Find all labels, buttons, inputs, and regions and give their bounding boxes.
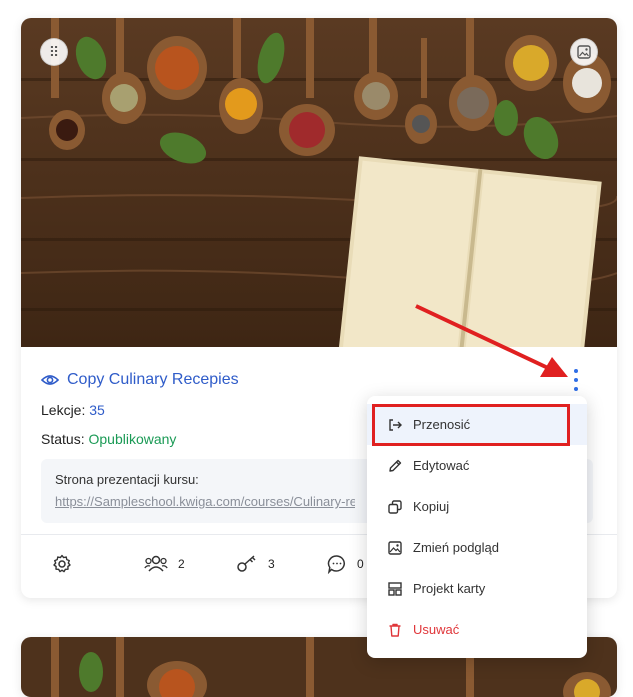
settings-button[interactable] — [52, 554, 72, 574]
comment-icon — [327, 555, 345, 574]
menu-item-copy[interactable]: Kopiuj — [367, 486, 587, 527]
menu-item-change-preview[interactable]: Zmień podgląd — [367, 527, 587, 568]
gear-icon — [53, 554, 71, 573]
lessons-label: Lekcje: — [41, 402, 86, 418]
presentation-label: Strona prezentacji kursu: — [55, 472, 199, 487]
status-label: Status: — [41, 431, 85, 447]
comments-count: 0 — [357, 557, 364, 571]
pencil-icon — [389, 459, 402, 472]
eye-icon — [41, 375, 59, 385]
students-stat[interactable]: 2 — [144, 554, 185, 574]
students-count: 2 — [178, 557, 185, 571]
course-cover-image[interactable] — [21, 18, 617, 347]
course-title-text[interactable]: Copy Culinary Recepies — [67, 371, 239, 389]
users-icon — [144, 555, 168, 572]
comments-stat[interactable]: 0 — [327, 554, 364, 574]
copy-icon — [388, 499, 402, 514]
image-icon — [388, 540, 402, 555]
trash-icon — [389, 623, 401, 637]
status-badge: Opublikowany — [88, 431, 177, 447]
image-icon — [577, 45, 591, 59]
drag-handle-icon[interactable]: ⠿ — [40, 38, 68, 66]
layout-icon — [388, 581, 402, 596]
key-icon — [237, 555, 256, 572]
highlight-box — [372, 404, 570, 446]
keys-count: 3 — [268, 557, 275, 571]
menu-item-edit[interactable]: Edytować — [367, 445, 587, 486]
more-options-icon[interactable] — [572, 369, 580, 391]
keys-stat[interactable]: 3 — [236, 554, 275, 574]
status-row: Status: Opublikowany — [41, 431, 176, 447]
lessons-count: 35 — [89, 402, 105, 418]
course-title[interactable]: Copy Culinary Recepies — [41, 371, 239, 389]
change-image-icon[interactable] — [570, 38, 598, 66]
lessons-row: Lekcje: 35 — [41, 402, 105, 418]
menu-item-card-design[interactable]: Projekt karty — [367, 568, 587, 609]
spices-cover-illustration — [21, 18, 617, 347]
menu-item-delete[interactable]: Usuwać — [367, 609, 587, 650]
presentation-link[interactable]: https://Sampleschool.kwiga.com/courses/C… — [55, 494, 355, 509]
